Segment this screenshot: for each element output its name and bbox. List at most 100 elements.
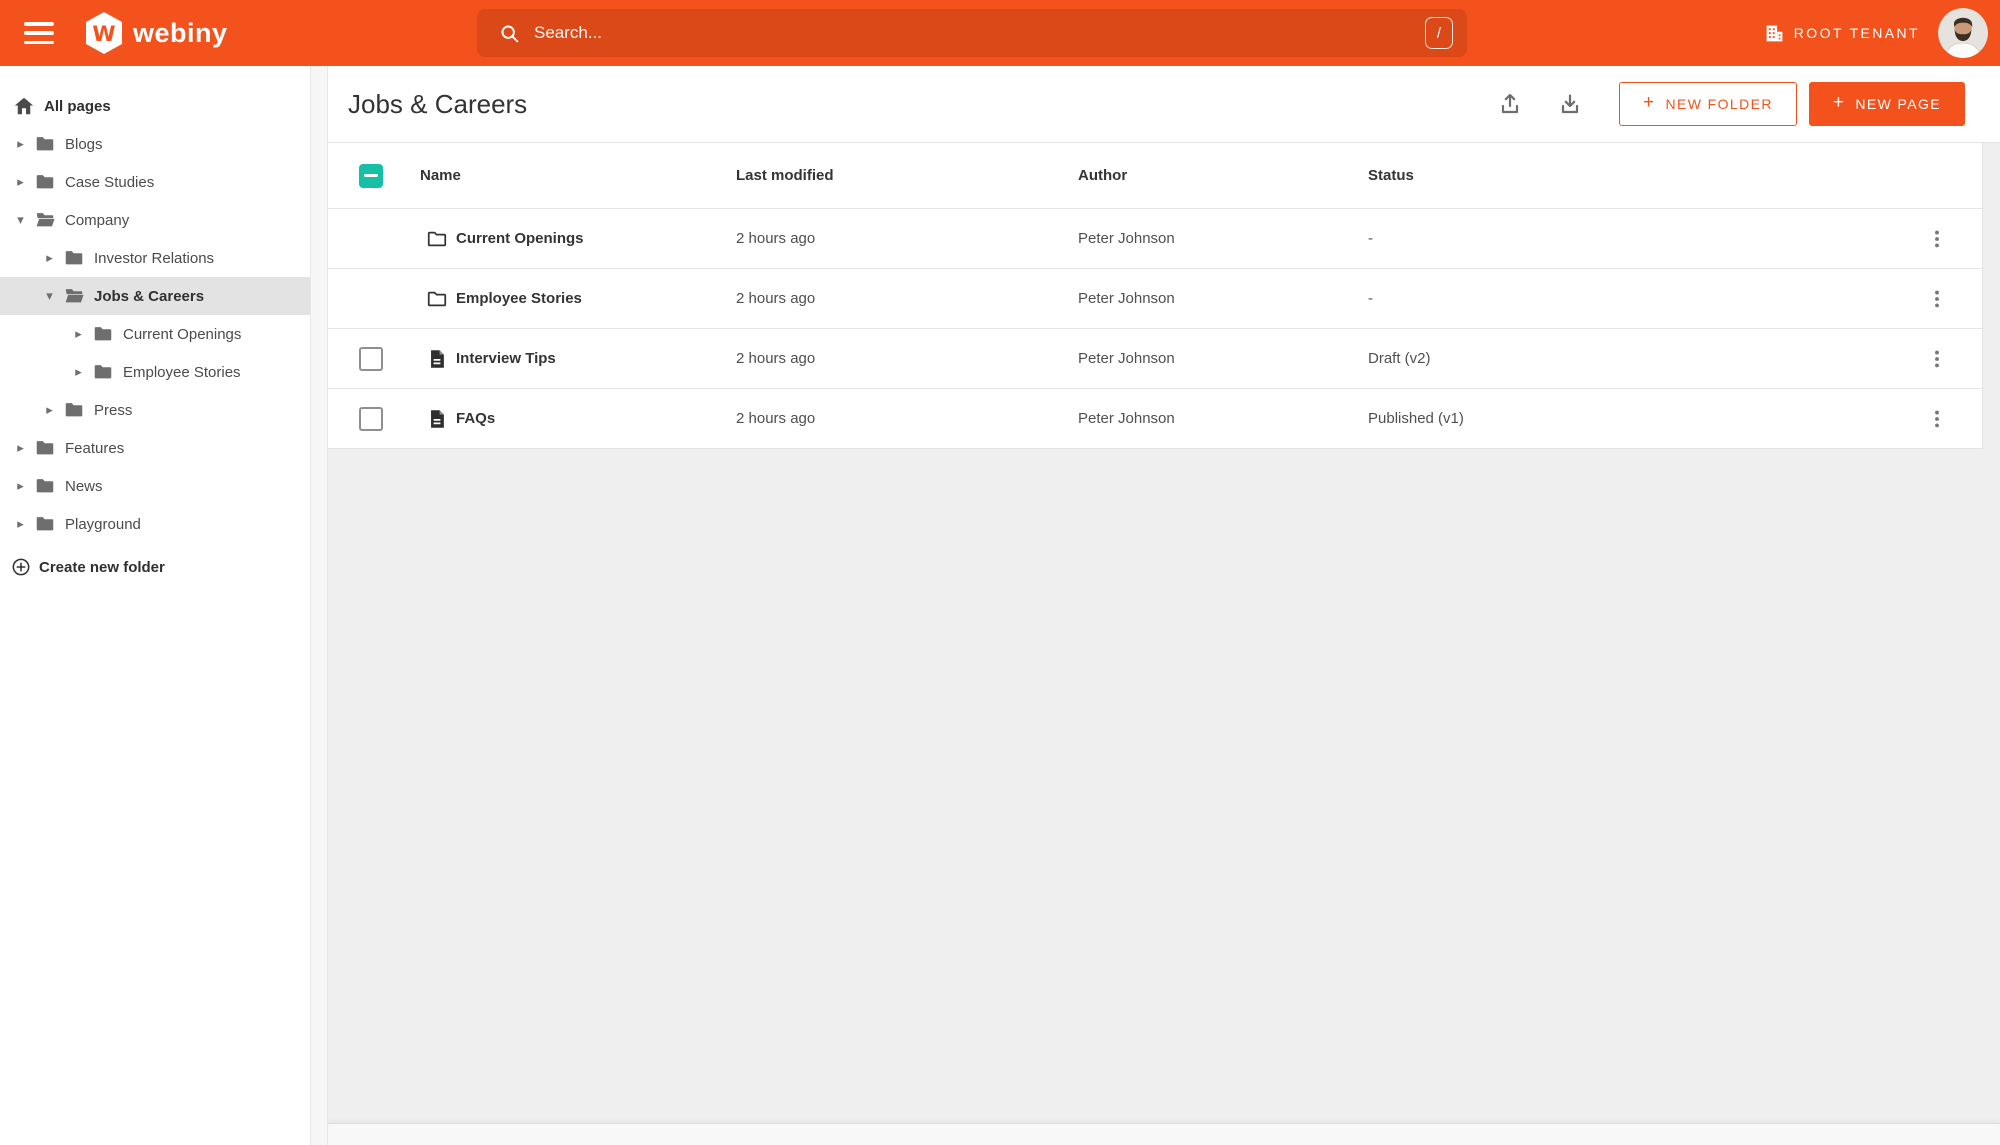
row-name[interactable]: Employee Stories [456,290,582,307]
chevron-right-icon[interactable]: ▸ [14,478,27,494]
sidebar-item-label: Current Openings [123,325,242,343]
row-checkbox[interactable] [359,406,383,431]
table-row-interview-tips[interactable]: Interview Tips 2 hours ago Peter Johnson… [328,329,1982,389]
create-new-folder-button[interactable]: Create new folder [0,547,310,587]
chevron-down-icon[interactable]: ▾ [14,212,27,228]
kebab-icon [1935,230,1939,247]
search-bar[interactable]: / [477,9,1467,57]
new-folder-button[interactable]: + NEW FOLDER [1619,82,1797,126]
tenant-selector[interactable]: ROOT TENANT [1764,23,1920,44]
chevron-right-icon[interactable]: ▸ [14,440,27,456]
row-name[interactable]: Current Openings [456,230,584,247]
tenant-label: ROOT TENANT [1793,25,1920,41]
user-avatar[interactable] [1938,8,1988,58]
sidebar-item-label: News [65,477,103,495]
new-page-button[interactable]: + NEW PAGE [1808,82,1965,126]
chevron-right-icon[interactable]: ▸ [14,174,27,190]
page-title: Jobs & Careers [348,88,528,119]
chevron-right-icon[interactable]: ▸ [43,250,56,266]
sidebar-item-label: Case Studies [65,173,155,191]
new-folder-button-label: NEW FOLDER [1665,96,1773,112]
sidebar-item-company[interactable]: ▾ Company [0,201,310,239]
main-content: Jobs & Careers + NEW FOLDER + NEW PAGE N… [328,66,2000,1145]
svg-text:W: W [92,22,115,46]
chevron-right-icon[interactable]: ▸ [14,516,27,532]
import-pages-button[interactable] [1497,91,1523,117]
hamburger-menu-icon[interactable] [24,22,54,44]
folder-closed-icon [34,475,56,497]
sidebar-item-features[interactable]: ▸ Features [0,429,310,467]
plus-icon: + [1643,92,1656,113]
table-row-current-openings[interactable]: Current Openings 2 hours ago Peter Johns… [328,209,1982,269]
row-status: - [1368,290,1373,307]
column-header-last-modified[interactable]: Last modified [736,167,1078,184]
chevron-right-icon[interactable]: ▸ [72,326,85,342]
row-actions-menu-button[interactable] [1922,224,1952,254]
table-row-faqs[interactable]: FAQs 2 hours ago Peter Johnson Published… [328,389,1982,449]
document-icon [431,409,444,428]
folder-icon [426,228,448,250]
row-actions-menu-button[interactable] [1922,344,1952,374]
sidebar-item-employee-stories[interactable]: ▸ Employee Stories [0,353,310,391]
kebab-icon [1935,350,1939,367]
export-pages-button[interactable] [1557,91,1583,117]
row-author: Peter Johnson [1078,350,1175,367]
row-checkbox[interactable] [359,346,383,371]
home-icon [14,97,34,115]
folder-open-icon [65,289,84,303]
folder-closed-icon [34,513,56,535]
folder-closed-icon [63,247,85,269]
row-actions-menu-button[interactable] [1922,284,1952,314]
row-status: - [1368,230,1373,247]
sidebar-item-playground[interactable]: ▸ Playground [0,505,310,543]
sidebar-item-current-openings[interactable]: ▸ Current Openings [0,315,310,353]
chevron-right-icon[interactable]: ▸ [43,402,56,418]
sidebar-item-label: Company [65,211,130,229]
folder-open-icon [63,285,85,307]
row-status: Published (v1) [1368,410,1464,427]
chevron-right-icon[interactable]: ▸ [72,364,85,380]
folder-closed-icon [36,479,54,493]
sidebar-item-news[interactable]: ▸ News [0,467,310,505]
column-header-name[interactable]: Name [420,167,736,184]
panel-resize-handle[interactable] [310,66,328,1145]
chevron-right-icon[interactable]: ▸ [14,136,27,152]
search-icon [501,25,519,42]
folder-closed-icon [65,251,83,265]
row-actions-menu-button[interactable] [1922,404,1952,434]
folder-closed-icon [34,171,56,193]
sidebar-item-case-studies[interactable]: ▸ Case Studies [0,163,310,201]
table-row-employee-stories[interactable]: Employee Stories 2 hours ago Peter Johns… [328,269,1982,329]
folder-closed-icon [36,517,54,531]
document-icon [426,348,448,370]
page-header: Jobs & Careers + NEW FOLDER + NEW PAGE [328,66,2000,143]
sidebar-item-press[interactable]: ▸ Press [0,391,310,429]
row-name[interactable]: FAQs [456,410,495,427]
row-author: Peter Johnson [1078,410,1175,427]
search-shortcut-key: / [1425,17,1453,49]
row-last-modified: 2 hours ago [736,230,816,247]
column-header-author[interactable]: Author [1078,167,1368,184]
search-input[interactable] [534,23,1425,43]
sidebar-item-investor-relations[interactable]: ▸ Investor Relations [0,239,310,277]
folder-closed-icon [63,399,85,421]
row-last-modified: 2 hours ago [736,290,816,307]
row-name[interactable]: Interview Tips [456,350,556,367]
webiny-logo[interactable]: W webiny [84,11,228,55]
folder-closed-icon [94,327,112,341]
sidebar-item-label: Playground [65,515,141,533]
sidebar-item-jobs-careers[interactable]: ▾ Jobs & Careers [0,277,310,315]
column-header-status[interactable]: Status [1368,167,1892,184]
folder-icon [427,291,447,306]
sidebar-item-label: Features [65,439,125,457]
sidebar-item-all-pages[interactable]: All pages [0,87,310,125]
chevron-down-icon[interactable]: ▾ [43,288,56,304]
row-author: Peter Johnson [1078,230,1175,247]
download-icon [1561,94,1579,114]
sidebar-item-blogs[interactable]: ▸ Blogs [0,125,310,163]
sidebar-item-label: Employee Stories [123,363,241,381]
select-all-checkbox[interactable] [359,163,383,188]
folder-closed-icon [34,437,56,459]
document-icon [431,349,444,368]
folder-closed-icon [94,365,112,379]
